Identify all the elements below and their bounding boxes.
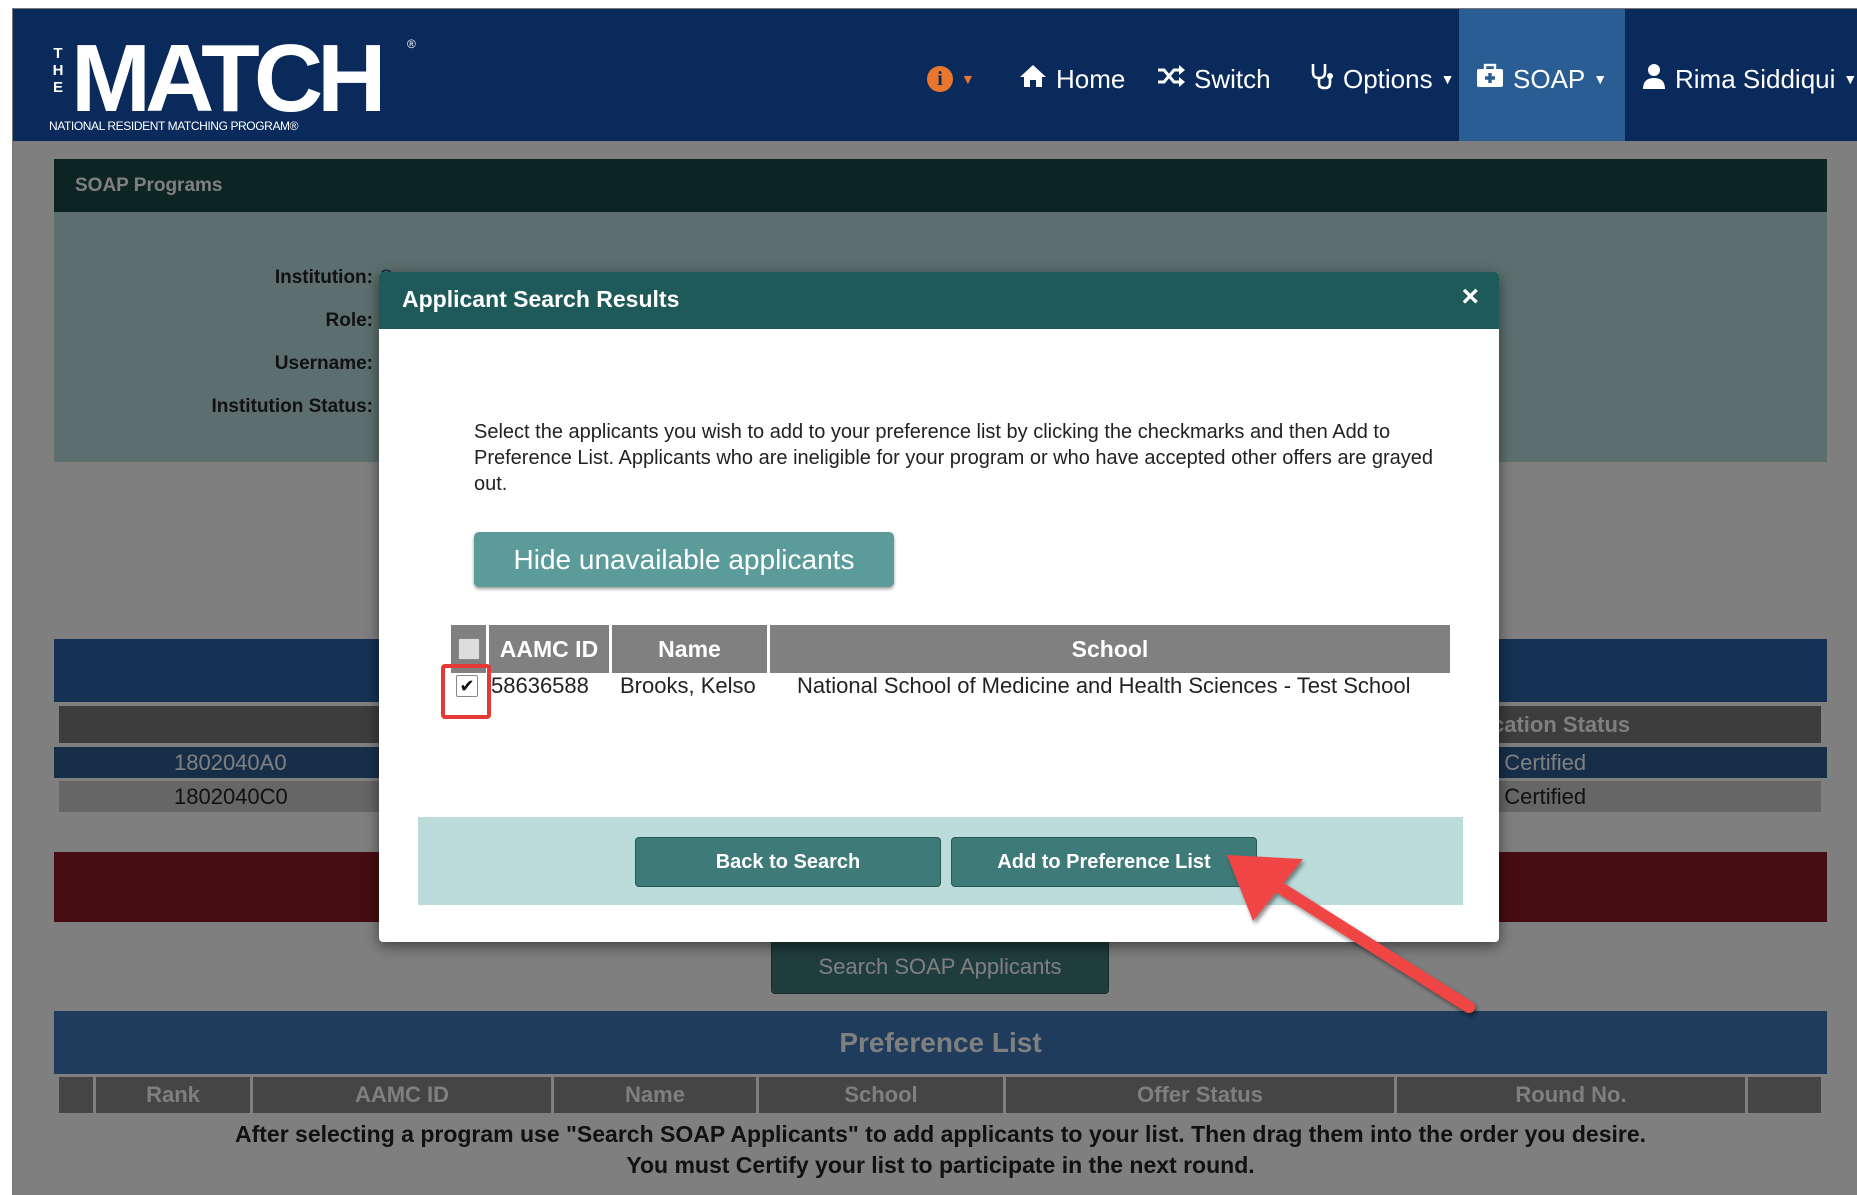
- logo-registered-mark: ®: [407, 37, 416, 51]
- add-to-preference-list-button[interactable]: Add to Preference List: [951, 837, 1257, 887]
- school-header: School: [770, 625, 1450, 673]
- aamc-id-header: AAMC ID: [489, 625, 609, 673]
- chevron-down-icon: ▼: [961, 71, 975, 87]
- nav-user-label: Rima Siddiqui: [1675, 63, 1836, 94]
- nav-soap[interactable]: SOAP ▼: [1475, 59, 1607, 99]
- nav-options[interactable]: Options ▼: [1309, 59, 1454, 99]
- logo-the-text: THE: [52, 45, 64, 96]
- applicant-name: Brooks, Kelso: [620, 673, 756, 698]
- logo-match-text: MATCH: [71, 25, 386, 132]
- nav-soap-label: SOAP: [1513, 63, 1586, 94]
- nrmp-logo[interactable]: THE MATCH ® NATIONAL RESIDENT MATCHING P…: [49, 31, 419, 141]
- info-menu[interactable]: i ▼: [927, 59, 975, 99]
- stethoscope-icon: [1309, 62, 1335, 97]
- nav-home-label: Home: [1056, 63, 1126, 94]
- checkbox-highlight-annotation: [441, 664, 491, 719]
- shuffle-icon: [1156, 64, 1186, 95]
- select-all-checkbox[interactable]: [457, 638, 480, 660]
- medkit-icon: [1475, 63, 1505, 96]
- top-navbar: THE MATCH ® NATIONAL RESIDENT MATCHING P…: [13, 9, 1857, 141]
- nav-switch-label: Switch: [1194, 63, 1271, 94]
- home-icon: [1018, 63, 1048, 96]
- nav-switch[interactable]: Switch: [1156, 59, 1271, 99]
- chevron-down-icon: ▼: [1593, 71, 1608, 87]
- chevron-down-icon: ▼: [1440, 71, 1455, 87]
- hide-unavailable-button[interactable]: Hide unavailable applicants: [474, 532, 894, 587]
- modal-title: Applicant Search Results: [402, 286, 680, 312]
- close-icon[interactable]: ×: [1461, 280, 1479, 314]
- name-header: Name: [612, 625, 767, 673]
- red-arrow-annotation: [1227, 855, 1475, 1013]
- nav-home[interactable]: Home: [1018, 59, 1125, 99]
- applicant-school: National School of Medicine and Health S…: [797, 673, 1411, 698]
- info-icon: i: [927, 66, 953, 92]
- nav-user[interactable]: Rima Siddiqui ▼: [1641, 59, 1857, 99]
- logo-subtitle: NATIONAL RESIDENT MATCHING PROGRAM®: [49, 119, 299, 133]
- modal-header: Applicant Search Results ×: [379, 272, 1499, 329]
- app-window: THE MATCH ® NATIONAL RESIDENT MATCHING P…: [12, 8, 1857, 1195]
- chevron-down-icon: ▼: [1843, 71, 1857, 87]
- modal-description: Select the applicants you wish to add to…: [474, 421, 1434, 495]
- applicant-aamc-id: 58636588: [491, 673, 589, 698]
- applicant-search-results-modal: Applicant Search Results × Select the ap…: [379, 272, 1499, 942]
- user-icon: [1641, 62, 1667, 97]
- nav-options-label: Options: [1343, 63, 1433, 94]
- back-to-search-button[interactable]: Back to Search: [635, 837, 941, 887]
